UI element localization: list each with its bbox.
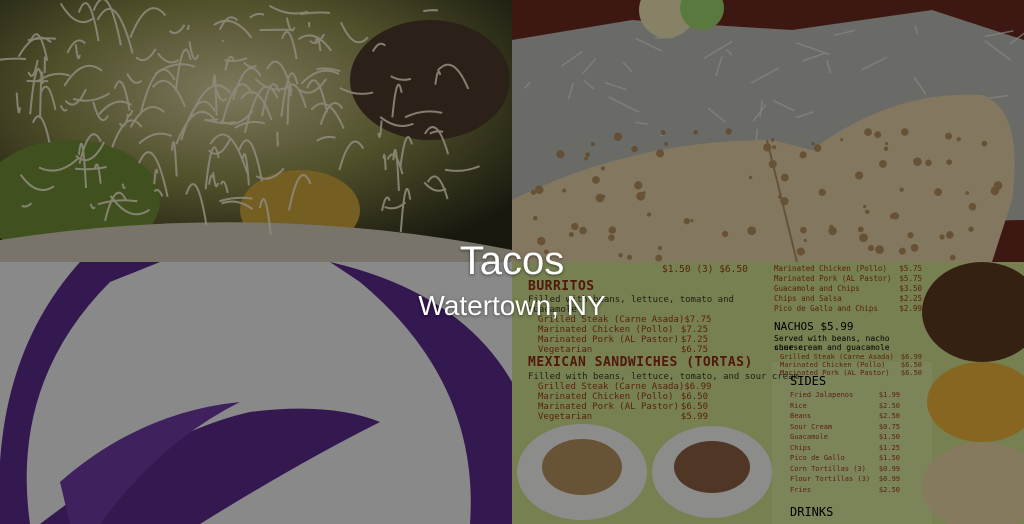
menu-item-row: Flour Tortillas (3) $0.99 [790, 474, 900, 485]
menu-item-row: Vegetarian $5.99 [538, 412, 708, 422]
taco-salad-photo [0, 0, 512, 262]
menu-item-price: $2.25 [899, 294, 922, 303]
menu-item-label: Guacamole and Chips [774, 284, 860, 293]
menu-item-price: $6.50 [900, 361, 922, 369]
menu-item-row: Pico de Gallo and Chips $2.99 [774, 304, 922, 314]
menu-item-price: $5.99 [680, 412, 708, 422]
menu-item-label: Beans [790, 412, 812, 420]
menu-item-row: Pico de Gallo $1.50 [790, 453, 900, 464]
menu-item-label: Marinated Pork (AL Pastor) [538, 335, 679, 345]
menu-item-label: Marinated Pork (AL Pastor) [774, 274, 892, 283]
menu-item-label: Fries [790, 485, 812, 494]
sides-list: Fried Jalapenos $1.99 Rice $2.50 Beans $2.50 S… [790, 390, 900, 495]
menu-item-row: Rice $2.50 [790, 401, 900, 412]
menu-item-row: Vegetarian $6.75 [538, 345, 708, 355]
menu-item-row: Marinated Chicken (Pollo) $6.50 [780, 361, 922, 369]
menu-item-label: Corn Tortillas (3) [790, 464, 866, 473]
menu-item-row: Marinated Chicken (Pollo) $5.75 [774, 264, 922, 274]
menu-item-label: Grilled Steak (Carne Asada) [538, 382, 685, 392]
menu-item-price: $5.75 [899, 264, 922, 273]
sides-heading: SIDES [790, 374, 827, 388]
menu-item-price: $1.99 [878, 391, 900, 399]
menu-item-label: Marinated Chicken (Pollo) [780, 361, 886, 369]
menu-item-row: Sour Cream $0.75 [790, 422, 900, 433]
menu-item-label: Pico de Gallo and Chips [774, 304, 878, 313]
burritos-description: Filled with beans, lettuce, tomato and [528, 295, 734, 305]
menu-item-row: Grilled Steak (Carne Asada) $7.75 [538, 315, 712, 325]
menu-item-row: Grilled Steak (Carne Asada) $6.99 [780, 353, 922, 361]
menu-item-label: Vegetarian [538, 345, 593, 355]
menu-item-label: Chips [790, 443, 812, 452]
burritos-list: Grilled Steak (Carne Asada) $7.75 Marinate… [538, 315, 712, 355]
menu-item-row: Marinated Pork (AL Pastor) $5.75 [774, 274, 922, 284]
menu-item-label: Marinated Chicken (Pollo) [538, 325, 674, 335]
menu-item-row: Grilled Steak (Carne Asada) $6.99 [538, 382, 712, 392]
menu-item-row: Marinated Pork (AL Pastor) $7.25 [538, 335, 708, 345]
nachos-heading: NACHOS $5.99 [774, 320, 854, 333]
menu-item-label: Sour Cream [790, 422, 833, 431]
menu-item-price: $6.50 [680, 392, 708, 402]
menu-item-label: Pico de Gallo [790, 454, 845, 462]
menu-board-photo: $1.50 (3) $6.50 BURRITOS Filled with bea… [512, 262, 1024, 524]
menu-item-price: $7.75 [684, 315, 712, 325]
menu-item-label: Marinated Chicken (Pollo) [774, 264, 887, 273]
menu-item-label: Flour Tortillas (3) [790, 475, 871, 483]
menu-item-label: Marinated Chicken (Pollo) [538, 392, 674, 402]
menu-item-row: Corn Tortillas (3) $0.99 [790, 464, 900, 475]
menu-item-row: Fried Jalapenos $1.99 [790, 390, 900, 401]
burrito-foil-photo [512, 0, 1024, 262]
menu-item-row: Beans $2.50 [790, 411, 900, 422]
hero-banner: $1.50 (3) $6.50 BURRITOS Filled with bea… [0, 0, 1024, 524]
menu-item-price: $1.50 [878, 433, 900, 441]
menu-item-row: Chips $1.25 [790, 443, 900, 454]
taco-bell-logo-photo [0, 262, 512, 524]
drinks-heading: DRINKS [790, 505, 834, 519]
menu-item-label: Marinated Pork (AL Pastor) [538, 402, 679, 412]
menu-item-price: $6.99 [900, 353, 922, 361]
menu-item-label: Grilled Steak (Carne Asada) [780, 353, 894, 361]
menu-item-price: $3.50 [899, 284, 922, 293]
appetizers-list: Marinated Chicken (Pollo) $5.75 Marinated … [774, 264, 922, 314]
burritos-heading: BURRITOS [528, 279, 595, 294]
menu-item-label: Rice [790, 401, 807, 410]
menu-item-label: Fried Jalapenos [790, 391, 854, 399]
menu-item-row: Chips and Salsa $2.25 [774, 294, 922, 304]
menu-item-label: Guacamole [790, 433, 828, 441]
menu-item-row: Guacamole $1.50 [790, 432, 900, 443]
menu-item-price: $6.50 [680, 402, 708, 412]
tortas-description: Filled with beans, lettuce, tomato, and … [528, 372, 799, 382]
menu-item-label: Vegetarian [538, 412, 593, 422]
menu-top-price: $1.50 (3) $6.50 [662, 264, 748, 275]
menu-item-price: $2.50 [878, 412, 900, 420]
menu-item-price: $0.99 [878, 475, 900, 483]
tortas-heading: MEXICAN SANDWICHES (TORTAS) [528, 355, 753, 370]
nachos-description-2: sour cream and guacamole [774, 343, 890, 352]
menu-item-price: $0.75 [878, 422, 900, 431]
menu-item-row: Guacamole and Chips $3.50 [774, 284, 922, 294]
menu-item-price: $2.50 [878, 401, 900, 410]
menu-item-price: $1.50 [878, 454, 900, 462]
menu-item-price: $1.25 [878, 443, 900, 452]
burritos-description-2: guacamole [528, 305, 577, 315]
menu-item-row: Marinated Pork (AL Pastor) $6.50 [538, 402, 708, 412]
menu-item-price: $6.75 [680, 345, 708, 355]
menu-item-row: Fries $2.50 [790, 485, 900, 496]
menu-item-row: Marinated Chicken (Pollo) $7.25 [538, 325, 708, 335]
menu-item-label: Grilled Steak (Carne Asada) [538, 315, 685, 325]
menu-item-price: $5.75 [899, 274, 922, 283]
menu-item-price: $2.99 [899, 304, 922, 313]
menu-item-price: $0.99 [878, 464, 900, 473]
menu-item-price: $2.50 [878, 485, 900, 494]
menu-item-price: $6.50 [900, 369, 922, 377]
menu-item-price: $7.25 [680, 335, 708, 345]
menu-item-label: Chips and Salsa [774, 294, 842, 303]
menu-board-right: Marinated Chicken (Pollo) $5.75 Marinated … [774, 262, 924, 524]
menu-item-price: $7.25 [680, 325, 708, 335]
menu-item-price: $6.99 [684, 382, 712, 392]
tortas-list: Grilled Steak (Carne Asada) $6.99 Marinate… [538, 382, 712, 422]
menu-item-row: Marinated Chicken (Pollo) $6.50 [538, 392, 708, 402]
